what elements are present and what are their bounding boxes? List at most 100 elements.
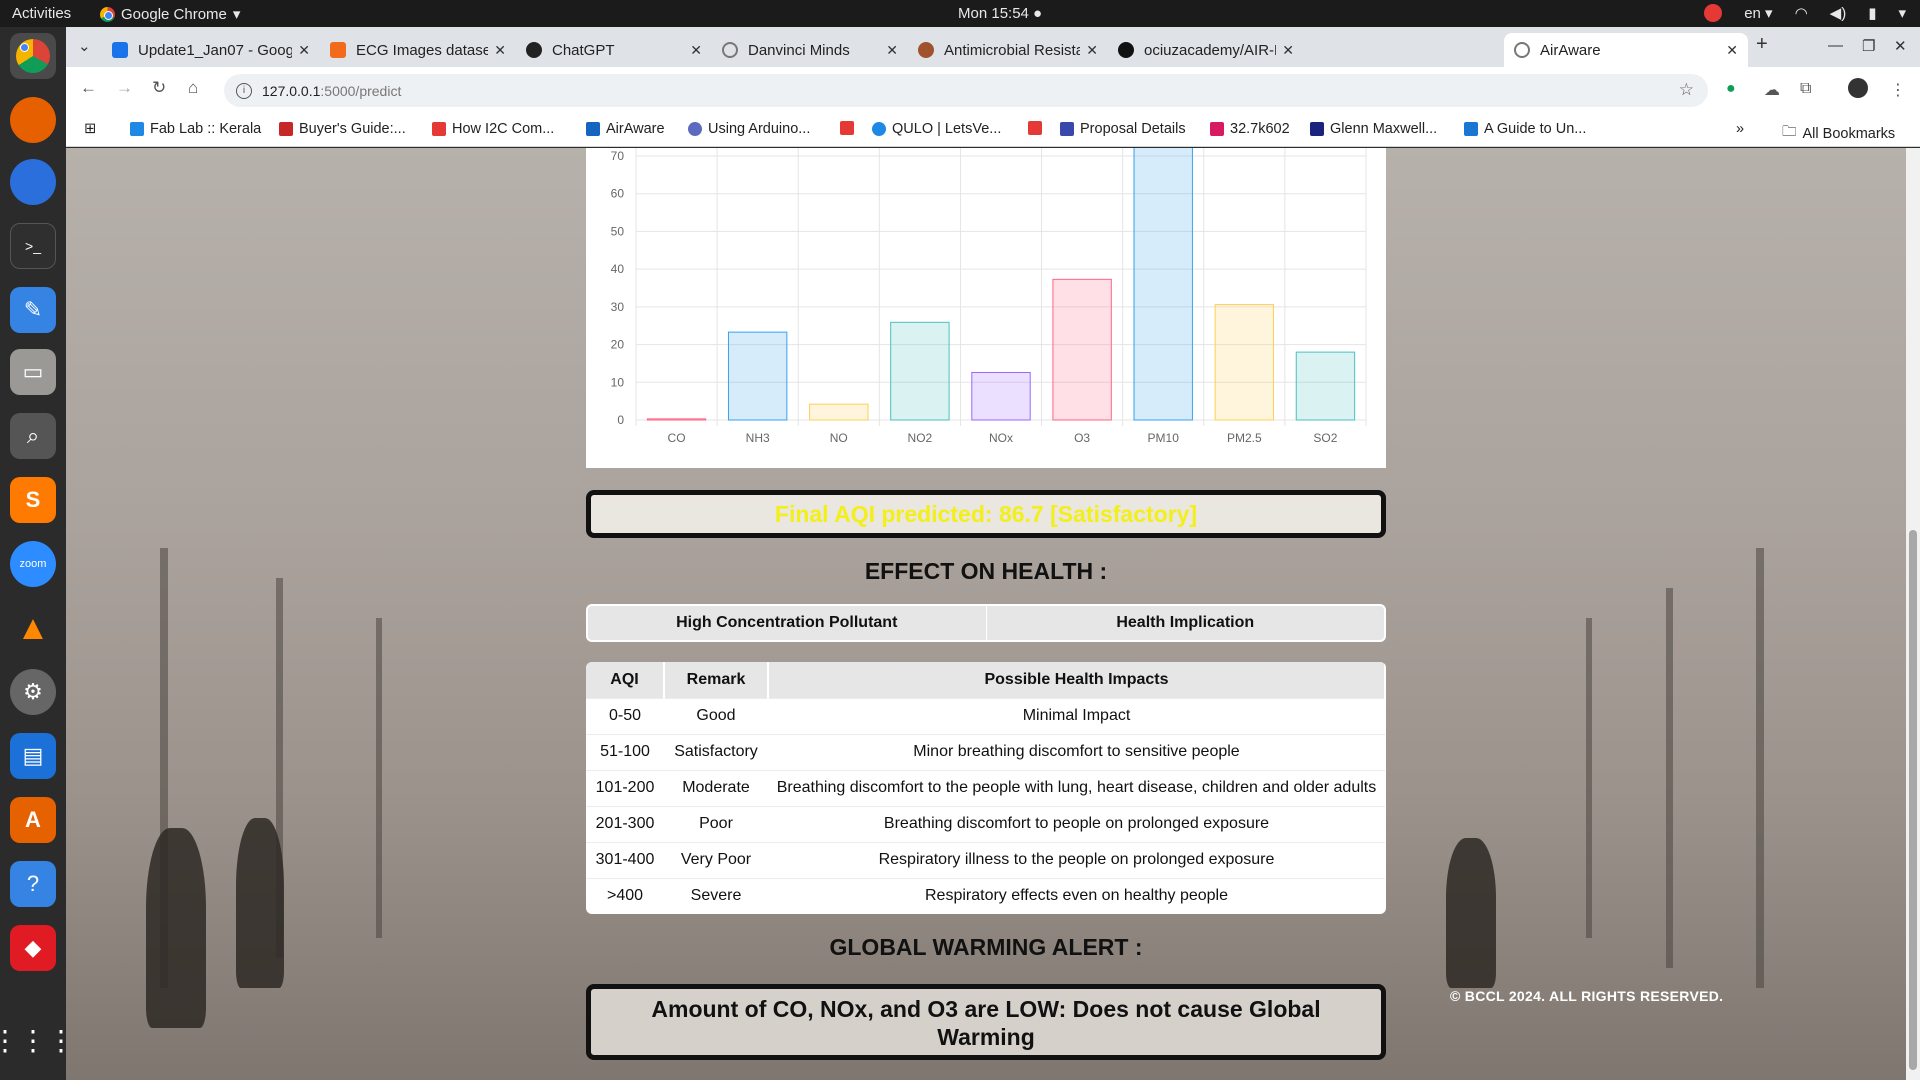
- more-bookmarks-icon[interactable]: »: [1736, 121, 1744, 137]
- help-icon[interactable]: ?: [10, 861, 56, 907]
- aqi-range: 101-200: [586, 769, 664, 806]
- tab-airaware[interactable]: AirAware ✕: [1504, 33, 1748, 67]
- tab-search-icon[interactable]: ⌄: [78, 37, 91, 55]
- maximize-button[interactable]: ❐: [1862, 37, 1875, 55]
- grammarly-extension-icon[interactable]: ●: [1726, 80, 1736, 98]
- zoom-icon[interactable]: zoom: [10, 541, 56, 587]
- back-button[interactable]: ←: [80, 78, 97, 98]
- profile-avatar[interactable]: [1848, 78, 1868, 98]
- cloud-extension-icon[interactable]: ☁: [1764, 80, 1780, 100]
- bookmark-glenn-maxwell[interactable]: Glenn Maxwell...: [1310, 121, 1437, 137]
- chrome-dock-icon[interactable]: [10, 33, 56, 79]
- extensions-icon[interactable]: ⧉: [1800, 80, 1811, 98]
- thunderbird-icon[interactable]: [10, 159, 56, 205]
- writer-icon[interactable]: ▤: [10, 733, 56, 779]
- text-editor-icon[interactable]: ✎: [10, 287, 56, 333]
- chrome-icon: [100, 6, 115, 22]
- bookmark-airaware[interactable]: AirAware: [586, 121, 665, 137]
- home-button[interactable]: ⌂: [188, 78, 198, 98]
- bar-pm2-5[interactable]: [1214, 304, 1275, 421]
- firefox-icon[interactable]: [10, 97, 56, 143]
- tab-danvinci[interactable]: Danvinci Minds ✕: [712, 33, 908, 67]
- system-tray[interactable]: en ▾ ◠ ◀) ▮ ▾: [1704, 4, 1906, 22]
- vlc-icon[interactable]: ▲: [10, 605, 56, 651]
- files-icon[interactable]: ▭: [10, 349, 56, 395]
- close-icon[interactable]: ✕: [494, 42, 506, 59]
- y-tick-label: 40: [611, 262, 625, 276]
- bar-pm10[interactable]: [1133, 148, 1193, 421]
- anydesk-icon[interactable]: ◆: [10, 925, 56, 971]
- globe-icon: [1514, 42, 1530, 58]
- bar-co[interactable]: [646, 418, 707, 421]
- bookmark-fab-lab[interactable]: Fab Lab :: Kerala: [130, 121, 261, 137]
- close-icon[interactable]: ✕: [1282, 42, 1294, 59]
- bookmark-proposal[interactable]: Proposal Details: [1060, 121, 1186, 137]
- close-icon[interactable]: ✕: [298, 42, 310, 59]
- minimize-button[interactable]: —: [1828, 37, 1843, 54]
- health-impact: Respiratory effects even on healthy peop…: [768, 877, 1385, 914]
- window-close-button[interactable]: ✕: [1894, 37, 1907, 55]
- page-scrollbar[interactable]: [1906, 148, 1920, 1080]
- apps-grid-icon[interactable]: ⊞: [84, 121, 96, 137]
- bar-nh3[interactable]: [727, 331, 788, 421]
- app-menu[interactable]: Google Chrome ▾: [100, 5, 240, 23]
- global-warming-heading: GLOBAL WARMING ALERT :: [829, 934, 1143, 960]
- bookmark-guide[interactable]: A Guide to Un...: [1464, 121, 1586, 137]
- bookmark-qulo[interactable]: QULO | LetsVe...: [872, 121, 1001, 137]
- all-bookmarks-label: All Bookmarks: [1802, 125, 1896, 142]
- bookmark-youtube-2[interactable]: [1028, 121, 1042, 135]
- bar-no2[interactable]: [890, 321, 950, 421]
- site-info-icon[interactable]: i: [236, 82, 252, 99]
- show-apps-icon[interactable]: ⋮⋮⋮: [0, 1017, 75, 1063]
- table-row: 0-50 Good Minimal Impact: [586, 697, 1385, 734]
- all-bookmarks-folder[interactable]: 🗀 All Bookmarks: [1782, 121, 1895, 146]
- tab-ecg-dataset[interactable]: ECG Images dataset of ✕: [320, 33, 516, 67]
- col-remark: Remark: [664, 662, 769, 698]
- address-bar[interactable]: i 127.0.0.1:5000/predict ☆: [224, 74, 1708, 107]
- app-menu-label: Google Chrome: [121, 5, 227, 23]
- close-icon[interactable]: ✕: [690, 42, 702, 59]
- sublime-text-icon[interactable]: S: [10, 477, 56, 523]
- x-tick-label: SO2: [1313, 431, 1337, 445]
- scrollbar-thumb[interactable]: [1909, 530, 1917, 1070]
- close-icon[interactable]: ✕: [1086, 42, 1098, 59]
- lamp-post: [376, 618, 382, 938]
- bookmark-label: 32.7k602: [1230, 121, 1290, 137]
- drive-icon: [112, 42, 128, 58]
- tab-update1[interactable]: Update1_Jan07 - Googl ✕: [102, 33, 320, 67]
- image-viewer-icon[interactable]: ⌕: [10, 413, 56, 459]
- forward-button[interactable]: →: [116, 78, 133, 98]
- settings-icon[interactable]: ⚙: [10, 669, 56, 715]
- tab-github[interactable]: ociuzacademy/AIR-POLI ✕: [1108, 33, 1304, 67]
- tab-label: Update1_Jan07 - Googl: [138, 41, 293, 59]
- bookmark-youtube-1[interactable]: [840, 121, 854, 135]
- bookmark-arduino[interactable]: Using Arduino...: [688, 121, 810, 137]
- bookmark-buyers-guide[interactable]: Buyer's Guide:...: [279, 121, 406, 137]
- bar-no[interactable]: [809, 403, 869, 421]
- activities-button[interactable]: Activities: [12, 5, 71, 22]
- dock: >_ ✎ ▭ ⌕ S zoom ▲ ⚙ ▤ A ? ◆ ⋮⋮⋮: [0, 27, 75, 1080]
- terminal-icon[interactable]: >_: [10, 223, 56, 269]
- clock[interactable]: Mon 15:54 ●: [958, 5, 1042, 22]
- language-indicator[interactable]: en ▾: [1744, 4, 1772, 22]
- tab-chatgpt[interactable]: ChatGPT ✕: [516, 33, 712, 67]
- reload-button[interactable]: ↻: [152, 78, 166, 98]
- close-icon[interactable]: ✕: [886, 42, 898, 59]
- chrome-menu-icon[interactable]: ⋮: [1890, 80, 1906, 100]
- tab-antimicrobial[interactable]: Antimicrobial Resistanc ✕: [908, 33, 1108, 67]
- bar-o3[interactable]: [1052, 278, 1112, 421]
- x-tick-label: NO: [830, 431, 848, 445]
- bar-nox[interactable]: [971, 371, 1031, 421]
- software-center-icon[interactable]: A: [10, 797, 56, 843]
- aqi-result: Final AQI predicted: 86.7 [Satisfactory]: [586, 490, 1386, 538]
- new-tab-button[interactable]: +: [1756, 33, 1768, 56]
- close-icon[interactable]: ✕: [1726, 42, 1738, 59]
- bookmark-i2c[interactable]: How I2C Com...: [432, 121, 554, 137]
- cyclist: [1446, 838, 1496, 988]
- battery-icon: ▮: [1868, 5, 1877, 22]
- bookmark-star-icon[interactable]: ☆: [1679, 80, 1694, 100]
- table-row: >400 Severe Respiratory effects even on he…: [586, 877, 1385, 914]
- lamp-post: [1586, 618, 1592, 938]
- bar-so2[interactable]: [1295, 351, 1356, 421]
- bookmark-instagram[interactable]: 32.7k602: [1210, 121, 1290, 137]
